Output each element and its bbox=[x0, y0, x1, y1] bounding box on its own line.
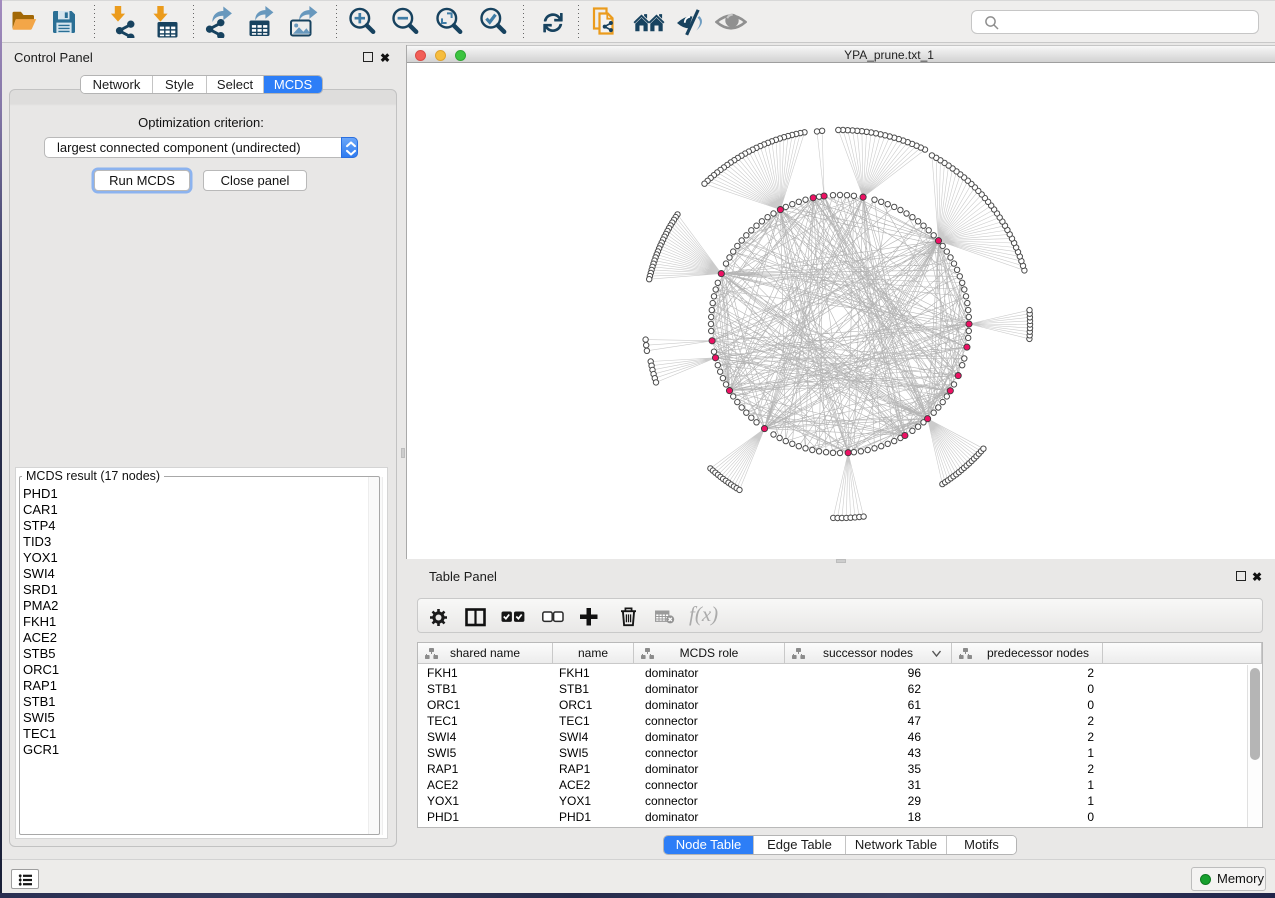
svg-text:f(x): f(x) bbox=[689, 605, 718, 626]
